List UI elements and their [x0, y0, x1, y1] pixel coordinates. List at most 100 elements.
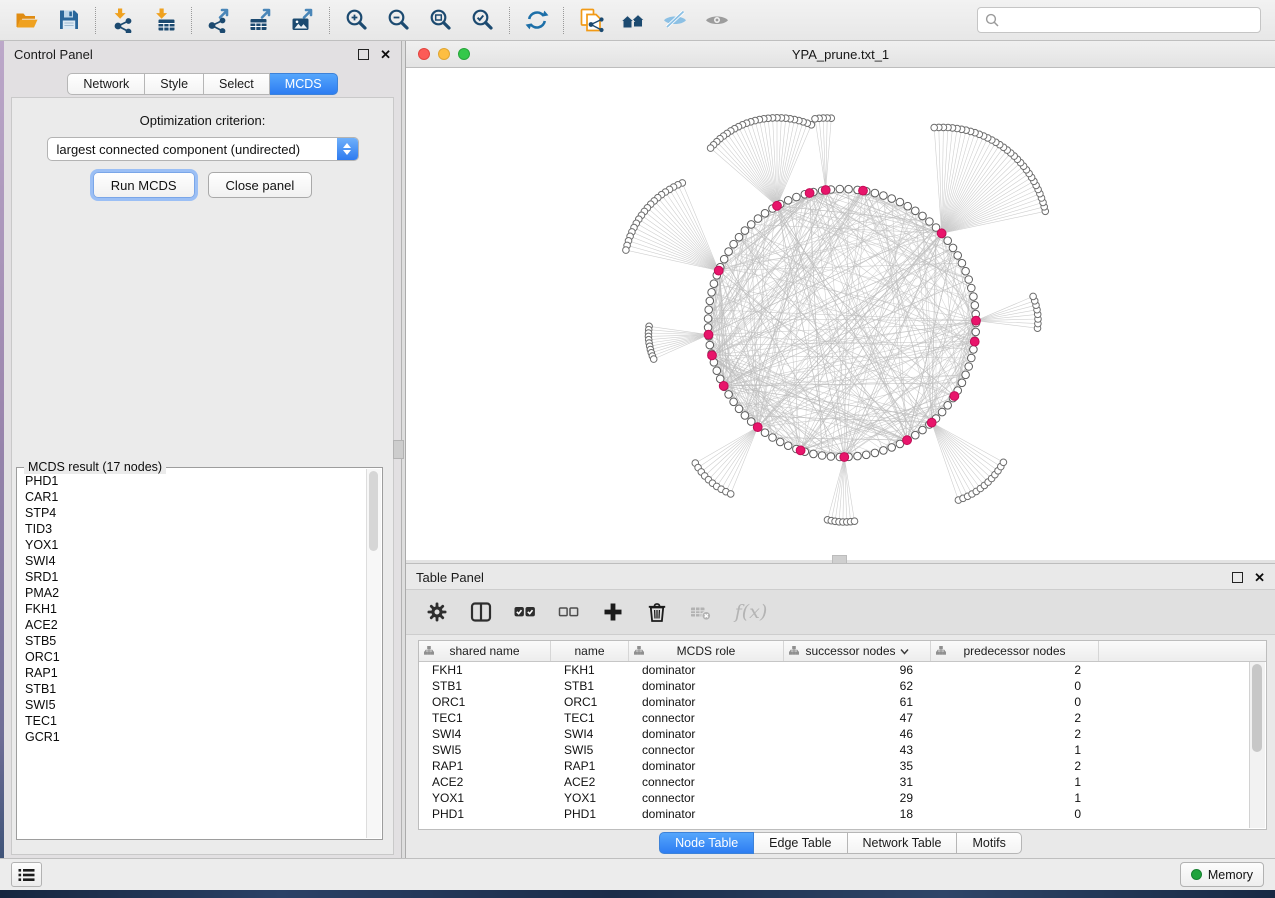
mcds-result-item[interactable]: ORC1: [25, 649, 381, 665]
mcds-result-item[interactable]: PMA2: [25, 585, 381, 601]
mcds-result-item[interactable]: STB1: [25, 681, 381, 697]
first-neighbors-icon: [620, 7, 646, 33]
main-toolbar: [0, 0, 1275, 41]
toolbar-zoom-selected-button[interactable]: [462, 3, 504, 37]
column-header-MCDS-role[interactable]: MCDS role: [629, 641, 784, 661]
search-input[interactable]: [1004, 12, 1253, 28]
table-row[interactable]: TEC1TEC1connector472: [419, 710, 1266, 726]
table-row[interactable]: PHD1PHD1dominator180: [419, 806, 1266, 822]
table-row[interactable]: SWI4SWI4dominator462: [419, 726, 1266, 742]
toolbar-refresh-view-button[interactable]: [516, 3, 558, 37]
toolbar-export-image-button[interactable]: [282, 3, 324, 37]
table-row[interactable]: ORC1ORC1dominator610: [419, 694, 1266, 710]
table-tab-network-table[interactable]: Network Table: [848, 832, 958, 854]
float-table-panel-icon[interactable]: [1232, 572, 1243, 583]
toolbar-import-network-button[interactable]: [102, 3, 144, 37]
cell-mcds_role: dominator: [629, 727, 784, 741]
float-panel-icon[interactable]: [358, 49, 369, 60]
table-tab-motifs[interactable]: Motifs: [957, 832, 1021, 854]
column-header-name[interactable]: name: [551, 641, 629, 661]
cell-successor_nodes: 96: [784, 663, 931, 677]
vertical-split-grip[interactable]: [393, 440, 404, 459]
mcds-result-item[interactable]: FKH1: [25, 601, 381, 617]
table-tab-node-table[interactable]: Node Table: [659, 832, 754, 854]
table-row[interactable]: SWI5SWI5connector431: [419, 742, 1266, 758]
close-panel-button[interactable]: Close panel: [208, 172, 313, 198]
toolbar-zoom-out-button[interactable]: [378, 3, 420, 37]
open-file-icon: [14, 7, 40, 33]
mcds-result-item[interactable]: SWI5: [25, 697, 381, 713]
toolbar-open-file-button[interactable]: [6, 3, 48, 37]
search-box[interactable]: [977, 7, 1261, 33]
table-row[interactable]: ACE2ACE2connector311: [419, 774, 1266, 790]
mcds-result-item[interactable]: GCR1: [25, 729, 381, 745]
cell-shared_name: ACE2: [419, 775, 551, 789]
toolbar-separator: [509, 7, 511, 34]
toolbar-zoom-fit-button[interactable]: [420, 3, 462, 37]
table-row[interactable]: RAP1RAP1dominator352: [419, 758, 1266, 774]
cell-successor_nodes: 29: [784, 791, 931, 805]
mcds-result-item[interactable]: SRD1: [25, 569, 381, 585]
mcds-result-item[interactable]: STP4: [25, 505, 381, 521]
mcds-result-item[interactable]: CAR1: [25, 489, 381, 505]
column-header-predecessor-nodes[interactable]: predecessor nodes: [931, 641, 1099, 661]
table-row[interactable]: STB1STB1dominator620: [419, 678, 1266, 694]
table-scrollbar[interactable]: [1249, 662, 1265, 828]
toolbar-export-table-button[interactable]: [240, 3, 282, 37]
tab-select[interactable]: Select: [204, 73, 270, 95]
tab-network[interactable]: Network: [67, 73, 145, 95]
table-toolbar-select-all-button[interactable]: [514, 601, 536, 623]
table-toolbar-add-row-button[interactable]: [602, 601, 624, 623]
toolbar-show-all-button[interactable]: [696, 3, 738, 37]
toolbar-save-button[interactable]: [48, 3, 90, 37]
table-header-row: shared namenameMCDS rolesuccessor nodesp…: [419, 641, 1266, 662]
column-header-successor-nodes[interactable]: successor nodes: [784, 641, 931, 661]
desktop-wallpaper-bottom: [0, 890, 1275, 898]
table-toolbar-delete-row-button[interactable]: [646, 601, 668, 623]
toolbar-hide-selected-button[interactable]: [654, 3, 696, 37]
tab-style[interactable]: Style: [145, 73, 204, 95]
table-row[interactable]: YOX1YOX1connector291: [419, 790, 1266, 806]
network-graph-svg[interactable]: [406, 68, 1275, 560]
mcds-result-item[interactable]: ACE2: [25, 617, 381, 633]
mcds-result-group: MCDS result (17 nodes) PHD1CAR1STP4TID3Y…: [16, 467, 383, 840]
mcds-result-item[interactable]: PHD1: [25, 473, 381, 489]
cell-mcds_role: dominator: [629, 807, 784, 821]
table-toolbar-deselect-all-button[interactable]: [558, 601, 580, 623]
toolbar-export-network-button[interactable]: [198, 3, 240, 37]
toolbar-clone-network-button[interactable]: [570, 3, 612, 37]
mcds-result-item[interactable]: TID3: [25, 521, 381, 537]
table-toolbar: f(x): [406, 589, 1275, 635]
mcds-result-item[interactable]: TEC1: [25, 713, 381, 729]
mcds-result-item[interactable]: SWI4: [25, 553, 381, 569]
table-row[interactable]: FKH1FKH1dominator962: [419, 662, 1266, 678]
toolbar-zoom-in-button[interactable]: [336, 3, 378, 37]
cell-name: ACE2: [551, 775, 629, 789]
column-header-shared-name[interactable]: shared name: [419, 641, 551, 661]
column-type-icon: [634, 646, 644, 656]
table-toolbar-settings-button[interactable]: [426, 601, 448, 623]
table-body: FKH1FKH1dominator962STB1STB1dominator620…: [419, 662, 1266, 822]
table-toolbar-toggle-columns-button[interactable]: [470, 601, 492, 623]
mcds-result-item[interactable]: RAP1: [25, 665, 381, 681]
table-tab-edge-table[interactable]: Edge Table: [754, 832, 847, 854]
toolbar-import-table-button[interactable]: [144, 3, 186, 37]
mcds-result-item[interactable]: YOX1: [25, 537, 381, 553]
mcds-result-scrollbar[interactable]: [366, 469, 381, 838]
refresh-view-icon: [524, 7, 550, 33]
network-window-title: YPA_prune.txt_1: [406, 47, 1275, 62]
node-table: shared namenameMCDS rolesuccessor nodesp…: [418, 640, 1267, 830]
run-mcds-button[interactable]: Run MCDS: [93, 172, 195, 198]
network-canvas[interactable]: [406, 68, 1275, 560]
table-panel-tabs: Node TableEdge TableNetwork TableMotifs: [406, 832, 1275, 854]
mcds-result-item[interactable]: STB5: [25, 633, 381, 649]
close-panel-icon[interactable]: ✕: [380, 48, 391, 61]
toolbar-first-neighbors-button[interactable]: [612, 3, 654, 37]
optimization-select[interactable]: largest connected component (undirected): [47, 137, 359, 161]
show-panels-button[interactable]: [11, 862, 42, 887]
close-table-panel-icon[interactable]: ✕: [1254, 571, 1265, 584]
network-window: YPA_prune.txt_1: [406, 41, 1275, 560]
mcds-result-list[interactable]: PHD1CAR1STP4TID3YOX1SWI4SRD1PMA2FKH1ACE2…: [18, 469, 381, 838]
tab-mcds[interactable]: MCDS: [270, 73, 338, 95]
memory-button[interactable]: Memory: [1180, 862, 1264, 887]
